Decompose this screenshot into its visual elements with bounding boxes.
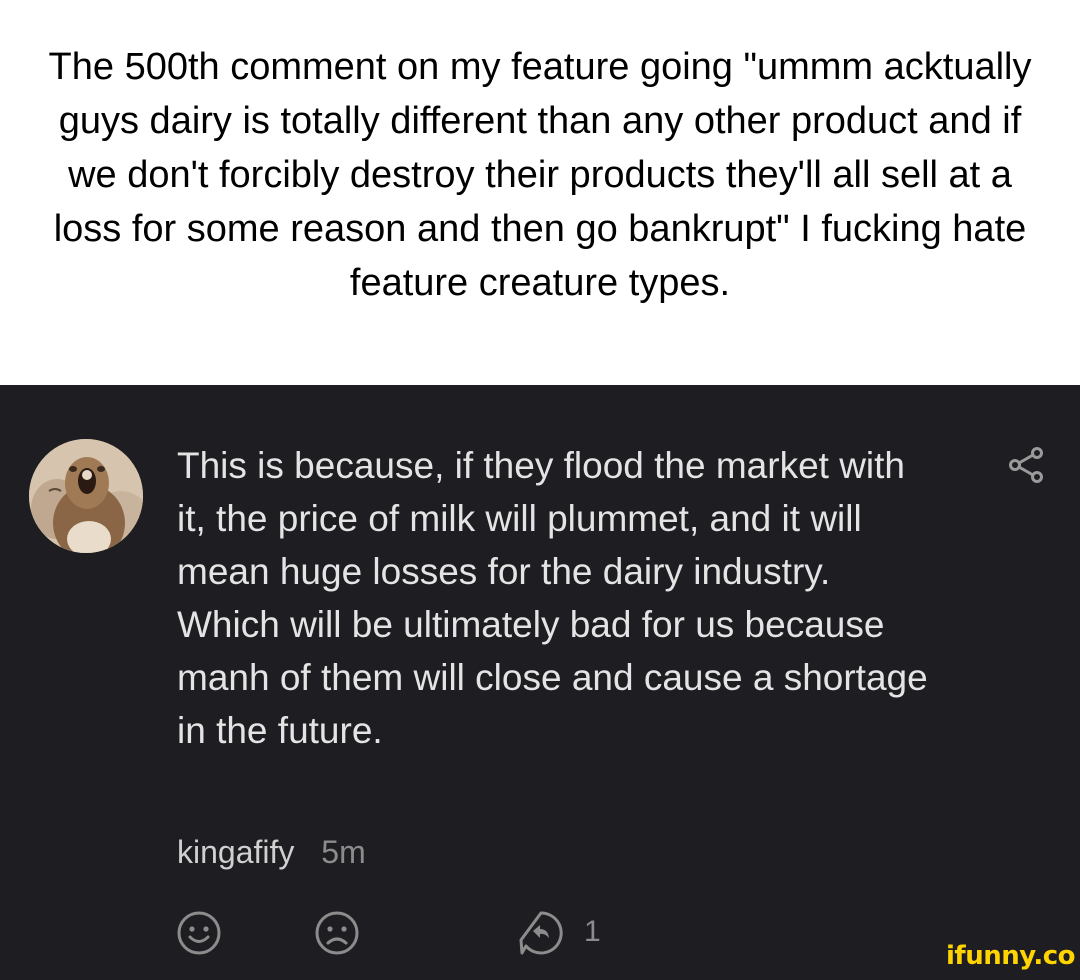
avatar[interactable] — [29, 439, 143, 553]
reply-icon[interactable] — [518, 910, 564, 956]
avatar-image — [29, 439, 143, 553]
ifunny-watermark: ifunny.co — [946, 941, 1075, 971]
comment-card: This is because, if they flood the marke… — [0, 385, 1080, 980]
reply-count: 1 — [584, 915, 601, 948]
comment-text: This is because, if they flood the marke… — [177, 445, 928, 751]
comment-meta: kingafify 5m — [177, 832, 366, 872]
timestamp: 5m — [321, 834, 366, 870]
caption-panel: The 500th comment on my feature going "u… — [0, 0, 1080, 385]
username[interactable]: kingafify — [177, 834, 294, 870]
smile-icon[interactable] — [176, 910, 222, 956]
share-icon[interactable] — [1008, 445, 1044, 485]
frown-icon[interactable] — [314, 910, 360, 956]
caption-text: The 500th comment on my feature going "u… — [48, 46, 1032, 304]
